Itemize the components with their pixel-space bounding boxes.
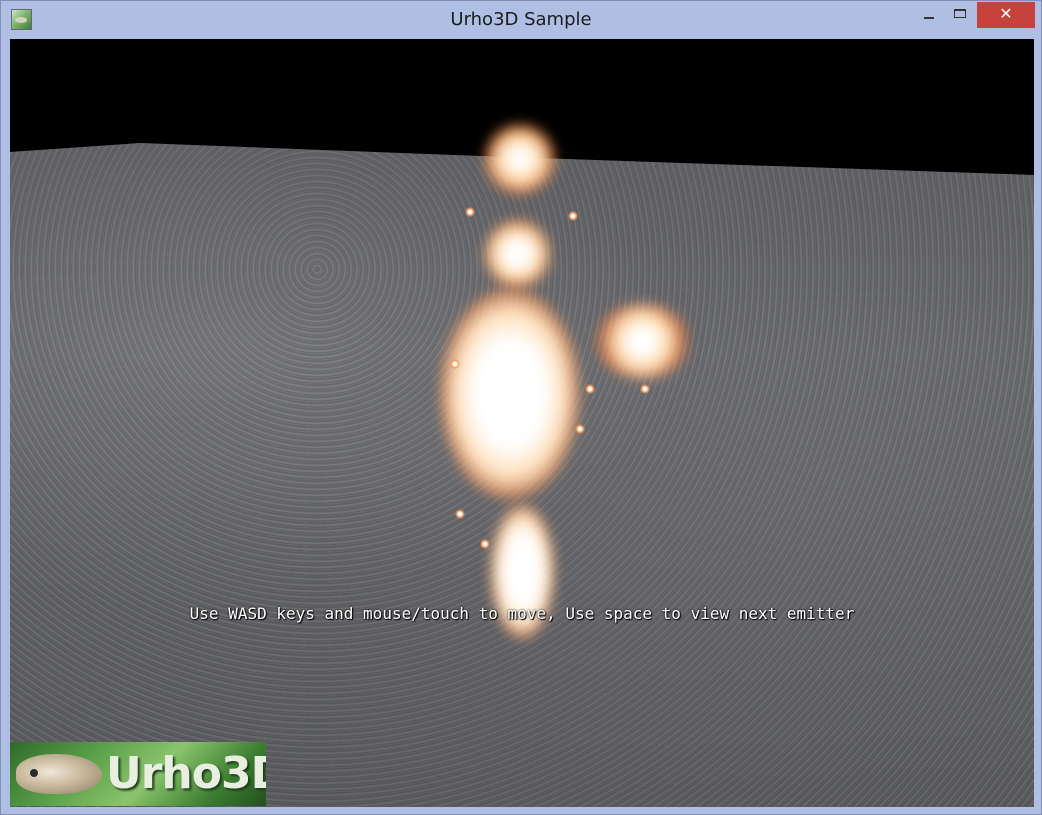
title-bar[interactable]: Urho3D Sample ✕	[1, 1, 1041, 38]
game-viewport[interactable]: Use WASD keys and mouse/touch to move, U…	[10, 39, 1034, 807]
fish-icon	[16, 754, 102, 794]
close-button[interactable]: ✕	[977, 2, 1035, 28]
fire-particle-cluster	[595, 304, 690, 379]
fire-spark	[640, 384, 650, 394]
fire-spark	[575, 424, 585, 434]
fire-spark	[465, 207, 475, 217]
minimize-icon	[924, 17, 934, 19]
fire-spark	[455, 509, 465, 519]
fire-spark	[568, 211, 578, 221]
fire-particle-cluster	[485, 124, 555, 194]
fire-spark	[585, 384, 595, 394]
urho3d-logo: Urho3D	[10, 742, 266, 806]
maximize-icon	[954, 9, 966, 18]
logo-text: Urho3D	[106, 748, 266, 799]
minimize-button[interactable]	[913, 2, 943, 28]
close-icon: ✕	[999, 4, 1013, 23]
fire-spark	[450, 359, 460, 369]
instructions-text: Use WASD keys and mouse/touch to move, U…	[189, 604, 855, 623]
fire-particle-cluster	[485, 219, 550, 289]
fire-particle-cluster	[440, 289, 580, 499]
window-title: Urho3D Sample	[450, 9, 592, 30]
maximize-button[interactable]	[946, 2, 974, 28]
fire-spark	[480, 539, 490, 549]
app-window: Urho3D Sample ✕ Use WASD keys and mouse/…	[0, 0, 1042, 815]
